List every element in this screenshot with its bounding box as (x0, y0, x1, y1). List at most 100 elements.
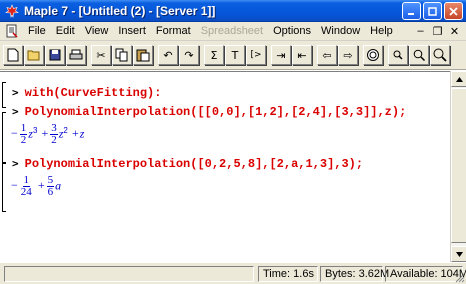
exponent: 3 (32, 125, 38, 135)
scroll-thumb[interactable] (451, 88, 466, 243)
menu-help[interactable]: Help (365, 25, 398, 37)
stop-icon (367, 49, 379, 61)
plus-sign: + (37, 178, 45, 193)
minus-sign: − (11, 178, 18, 193)
zoom-medium-icon (413, 49, 425, 61)
input-line-1[interactable]: > with(CurveFitting): (12, 86, 161, 100)
output-line-2: −1 24 +5 6 a (10, 175, 61, 198)
minimize-button[interactable] (402, 2, 421, 20)
print-icon (69, 49, 83, 60)
maple-command[interactable]: PolynomialInterpolation([0,2,5,8],[2,a,1… (25, 157, 363, 171)
group-bracket[interactable] (2, 112, 6, 164)
undo-icon: ↶ (163, 48, 173, 62)
menu-insert[interactable]: Insert (113, 25, 151, 37)
cut-button[interactable]: ✂ (91, 45, 111, 65)
denominator: 6 (47, 186, 54, 198)
status-bytes: Bytes: 3.62M (320, 266, 389, 282)
forward-button[interactable]: ⇨ (338, 45, 358, 65)
maximize-icon (428, 6, 437, 16)
text-icon: T (231, 48, 239, 62)
fraction: 1 24 (20, 175, 33, 198)
stop-button[interactable] (363, 45, 383, 65)
denominator: 2 (51, 134, 57, 146)
redo-button[interactable]: ↷ (179, 45, 199, 65)
new-button[interactable] (3, 45, 23, 65)
back-button[interactable]: ⇦ (317, 45, 337, 65)
variable: z (79, 126, 85, 141)
paste-icon (136, 49, 150, 62)
indent-button[interactable]: ⇥ (271, 45, 291, 65)
plus-sign: + (41, 126, 49, 141)
copy-button[interactable] (112, 45, 132, 65)
scroll-down-button[interactable] (451, 246, 466, 262)
math-input-button[interactable]: Σ (204, 45, 224, 65)
document-icon[interactable] (5, 24, 19, 38)
fraction: 56 (46, 175, 55, 198)
menu-window[interactable]: Window (316, 25, 365, 37)
status-available: Available: 104M (385, 266, 466, 282)
resize-grip-icon[interactable] (453, 271, 465, 283)
menu-view[interactable]: View (80, 25, 114, 37)
outdent-button[interactable]: ⇤ (292, 45, 312, 65)
new-icon (7, 48, 19, 62)
menu-spreadsheet[interactable]: Spreadsheet (196, 25, 268, 37)
scroll-up-button[interactable] (451, 71, 466, 87)
output-line-1: −1 2 z3 +3 2 z2 +z (10, 123, 84, 146)
up-arrow-icon (455, 76, 463, 82)
redo-icon: ↷ (184, 48, 194, 62)
close-icon: ✕ (449, 25, 460, 38)
down-arrow-icon (455, 251, 463, 257)
plus-sign: + (71, 126, 79, 141)
status-bar: Time: 1.6s Bytes: 3.62M Available: 104M (0, 262, 466, 284)
undo-button[interactable]: ↶ (158, 45, 178, 65)
group-bracket[interactable] (2, 82, 6, 108)
maple-command[interactable]: with(CurveFitting): (25, 86, 162, 100)
save-icon (49, 49, 61, 61)
back-arrow-icon: ⇦ (322, 48, 332, 62)
insert-prompt-button[interactable]: [> (246, 45, 266, 65)
toolbar: ✂ ↶ ↷ Σ T [> ⇥ ⇤ ⇦ ⇨ (0, 41, 466, 70)
prompt: > (12, 86, 19, 99)
vertical-scrollbar[interactable] (450, 71, 466, 262)
status-message (4, 266, 254, 282)
menu-edit[interactable]: Edit (51, 25, 80, 37)
maple-command[interactable]: PolynomialInterpolation([[0,0],[1,2],[2,… (25, 105, 407, 119)
menu-bar: File Edit View Insert Format Spreadsheet… (0, 22, 466, 41)
doc-restore-button[interactable]: ❐ (430, 24, 445, 38)
save-button[interactable] (45, 45, 65, 65)
exponent: 2 (63, 125, 68, 135)
zoom-medium-button[interactable] (409, 45, 429, 65)
cut-icon: ✂ (96, 48, 106, 62)
variable: a (55, 178, 62, 193)
zoom-small-icon (393, 50, 403, 60)
copy-icon (115, 48, 128, 62)
open-icon (27, 50, 40, 61)
open-button[interactable] (24, 45, 44, 65)
window-title: Maple 7 - [Untitled (2) - [Server 1]] (24, 3, 216, 18)
print-button[interactable] (66, 45, 86, 65)
prompt: > (12, 105, 19, 118)
menu-file[interactable]: File (23, 25, 51, 37)
paste-button[interactable] (133, 45, 153, 65)
group-bracket[interactable] (2, 162, 6, 212)
zoom-small-button[interactable] (388, 45, 408, 65)
fraction: 12 (19, 123, 28, 146)
outdent-icon: ⇤ (297, 48, 307, 62)
title-bar[interactable]: Maple 7 - [Untitled (2) - [Server 1]] (0, 0, 466, 22)
menu-format[interactable]: Format (151, 25, 196, 37)
maximize-button[interactable] (423, 2, 442, 20)
input-line-2[interactable]: > PolynomialInterpolation([[0,0],[1,2],[2… (12, 105, 406, 119)
text-input-button[interactable]: T (225, 45, 245, 65)
input-line-3[interactable]: > PolynomialInterpolation([0,2,5,8],[2,a,… (12, 157, 363, 171)
zoom-large-icon (433, 48, 447, 62)
minimize-icon: – (417, 25, 424, 37)
restore-icon: ❐ (432, 25, 443, 38)
worksheet[interactable]: > with(CurveFitting): > PolynomialInterpol… (0, 71, 466, 262)
doc-close-button[interactable]: ✕ (447, 24, 462, 38)
menu-options[interactable]: Options (268, 25, 316, 37)
zoom-large-button[interactable] (430, 45, 450, 65)
close-icon (449, 6, 458, 16)
status-time: Time: 1.6s (258, 266, 318, 282)
close-button[interactable] (444, 2, 463, 20)
doc-minimize-button[interactable]: – (413, 24, 428, 38)
